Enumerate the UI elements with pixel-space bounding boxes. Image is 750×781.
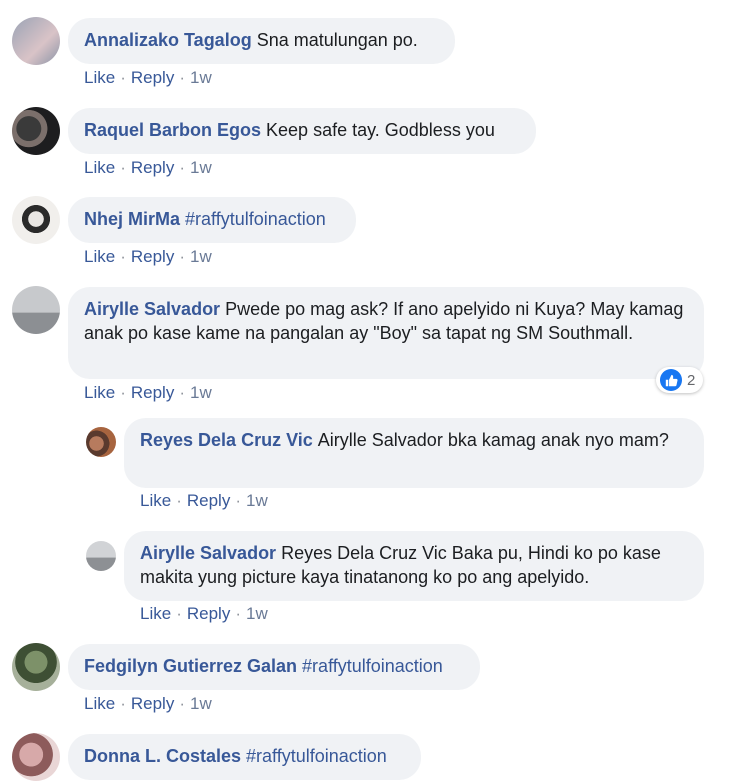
- separator: ·: [120, 68, 126, 87]
- comment-bubble: Annalizako Tagalog Sna matulungan po.: [68, 18, 455, 64]
- comment-bubble: Nhej MirMa #raffytulfoinaction: [68, 197, 356, 243]
- comment-timestamp[interactable]: 1w: [190, 694, 212, 713]
- reply-link[interactable]: Reply: [131, 158, 174, 177]
- comment-text[interactable]: #raffytulfoinaction: [246, 746, 387, 766]
- separator: ·: [120, 694, 126, 713]
- comment-actions: Like · Reply · 1w: [140, 491, 268, 511]
- comment-actions: Like · Reply · 1w: [84, 383, 212, 403]
- comment-timestamp[interactable]: 1w: [190, 68, 212, 87]
- comment-timestamp[interactable]: 1w: [246, 604, 268, 623]
- reply-link[interactable]: Reply: [131, 68, 174, 87]
- reaction-count-label: 2: [687, 371, 696, 389]
- reply-link[interactable]: Reply: [187, 604, 230, 623]
- comment-bubble: Donna L. Costales #raffytulfoinaction: [68, 734, 421, 780]
- separator: ·: [179, 694, 185, 713]
- separator: ·: [176, 604, 182, 623]
- thumbs-up-icon: [660, 369, 682, 391]
- like-link[interactable]: Like: [84, 383, 115, 402]
- avatar[interactable]: [12, 196, 60, 244]
- separator: ·: [235, 604, 241, 623]
- avatar[interactable]: [12, 286, 60, 334]
- comment-timestamp[interactable]: 1w: [190, 158, 212, 177]
- comment-bubble: Raquel Barbon Egos Keep safe tay. Godbles…: [68, 108, 536, 154]
- comment-author[interactable]: Raquel Barbon Egos: [84, 120, 261, 140]
- reply-link[interactable]: Reply: [187, 491, 230, 510]
- reply-link[interactable]: Reply: [131, 383, 174, 402]
- comment-bubble: Airylle Salvador Reyes Dela Cruz Vic Baka…: [124, 531, 704, 601]
- comment-author[interactable]: Reyes Dela Cruz Vic: [140, 430, 313, 450]
- separator: ·: [176, 491, 182, 510]
- separator: ·: [235, 491, 241, 510]
- like-link[interactable]: Like: [84, 247, 115, 266]
- comment-actions: Like · Reply · 1w: [84, 247, 212, 267]
- comment-bubble: Reyes Dela Cruz Vic Airylle Salvador bka …: [124, 418, 704, 488]
- avatar[interactable]: [86, 427, 116, 457]
- comment-text: Keep safe tay. Godbless you: [266, 120, 495, 140]
- like-link[interactable]: Like: [140, 491, 171, 510]
- comment-actions: Like · Reply · 1w: [84, 694, 212, 714]
- avatar[interactable]: [86, 541, 116, 571]
- separator: ·: [120, 247, 126, 266]
- comment-author[interactable]: Annalizako Tagalog: [84, 30, 252, 50]
- comment-text[interactable]: #raffytulfoinaction: [302, 656, 443, 676]
- comment-actions: Like · Reply · 1w: [84, 68, 212, 88]
- separator: ·: [179, 68, 185, 87]
- like-link[interactable]: Like: [140, 604, 171, 623]
- comment-timestamp[interactable]: 1w: [246, 491, 268, 510]
- comment-timestamp[interactable]: 1w: [190, 383, 212, 402]
- comment-timestamp[interactable]: 1w: [190, 247, 212, 266]
- comment-text: Airylle Salvador bka kamag anak nyo mam?: [317, 430, 669, 450]
- comment-text: Sna matulungan po.: [256, 30, 418, 50]
- like-link[interactable]: Like: [84, 68, 115, 87]
- avatar[interactable]: [12, 733, 60, 781]
- comment-bubble: Airylle Salvador Pwede po mag ask? If ano…: [68, 287, 704, 379]
- like-link[interactable]: Like: [84, 694, 115, 713]
- separator: ·: [179, 247, 185, 266]
- comment-author[interactable]: Donna L. Costales: [84, 746, 241, 766]
- reply-link[interactable]: Reply: [131, 247, 174, 266]
- comment-author[interactable]: Airylle Salvador: [84, 299, 220, 319]
- comment-actions: Like · Reply · 1w: [140, 604, 268, 624]
- comment-text[interactable]: #raffytulfoinaction: [185, 209, 326, 229]
- separator: ·: [120, 158, 126, 177]
- comment-author[interactable]: Nhej MirMa: [84, 209, 180, 229]
- separator: ·: [179, 383, 185, 402]
- avatar[interactable]: [12, 643, 60, 691]
- avatar[interactable]: [12, 107, 60, 155]
- separator: ·: [179, 158, 185, 177]
- comment-bubble: Fedgilyn Gutierrez Galan #raffytulfoinact…: [68, 644, 480, 690]
- comment-author[interactable]: Fedgilyn Gutierrez Galan: [84, 656, 297, 676]
- separator: ·: [120, 383, 126, 402]
- comment-author[interactable]: Airylle Salvador: [140, 543, 276, 563]
- avatar[interactable]: [12, 17, 60, 65]
- reaction-count[interactable]: 2: [656, 367, 704, 393]
- comment-actions: Like · Reply · 1w: [84, 158, 212, 178]
- like-link[interactable]: Like: [84, 158, 115, 177]
- reply-link[interactable]: Reply: [131, 694, 174, 713]
